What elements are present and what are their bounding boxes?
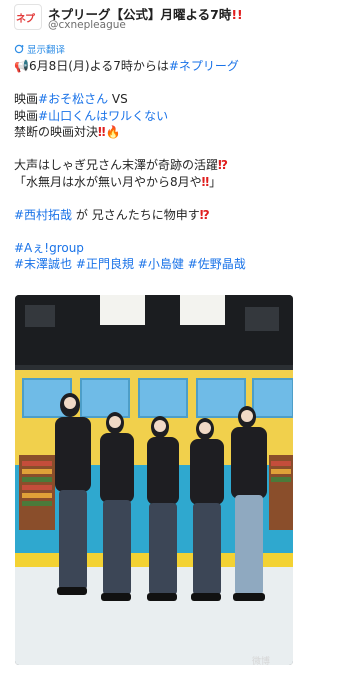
post-line: #Aぇ!group <box>14 240 350 257</box>
fire-icon: 🔥 <box>105 125 121 139</box>
avatar-logo: ネプ <box>16 14 35 25</box>
hashtag-link[interactable]: #小島健 <box>138 257 184 271</box>
translate-link[interactable]: 显示翻译 <box>14 42 65 56</box>
post-body: 📢6月8日(月)よる7時からは#ネプリーグ 映画#おそ松さん VS 映画#山口く… <box>14 58 350 273</box>
post-header: ネプ ネプリーグ【公式】月曜よる7時!! @cxnepleague <box>14 4 346 34</box>
group-photo-image <box>15 295 293 665</box>
hashtag-link[interactable]: #Aぇ!group <box>14 241 84 255</box>
post-line: 📢6月8日(月)よる7時からは#ネプリーグ <box>14 59 239 73</box>
hashtag-link[interactable]: #西村拓哉 <box>14 208 72 222</box>
post-line: 映画#山口くんはワルくない <box>14 108 169 123</box>
translate-label: 显示翻译 <box>27 45 66 56</box>
hashtag-link[interactable]: #おそ松さん <box>38 92 108 106</box>
hashtag-link[interactable]: #佐野晶哉 <box>188 257 246 271</box>
megaphone-icon: 📢 <box>14 59 29 73</box>
double-exclamation-icon: !! <box>231 7 243 22</box>
account-handle[interactable]: @cxnepleague <box>48 19 126 31</box>
hashtag-link[interactable]: #末澤誠也 <box>14 257 72 271</box>
post-line: 禁断の映画対決‼🔥 <box>14 125 121 139</box>
post-line: #末澤誠也 #正門良規 #小島健 #佐野晶哉 <box>14 256 350 273</box>
exclamation-question-icon: ⁉ <box>199 207 210 222</box>
post-line: 映画#おそ松さん VS <box>14 92 128 106</box>
exclamation-question-icon: ⁉ <box>218 158 228 172</box>
post-line: #西村拓哉 が 兄さんたちに物申す⁉ <box>14 207 210 222</box>
avatar[interactable]: ネプ <box>14 4 42 30</box>
post-line: 大声はしゃぎ兄さん末澤が奇跡の活躍⁉ <box>14 158 228 172</box>
post-line: 「水無月は水が無い月やから8月や‼」 <box>14 174 222 189</box>
translate-icon <box>14 44 24 54</box>
double-exclamation-icon: ‼ <box>98 125 106 139</box>
post-photo[interactable] <box>15 295 293 665</box>
weibo-watermark: 微博 <box>251 657 270 667</box>
hashtag-link[interactable]: #山口くんはワルくない <box>38 109 168 123</box>
hashtag-link[interactable]: #ネプリーグ <box>169 59 239 73</box>
hashtag-link[interactable]: #正門良規 <box>76 257 134 271</box>
